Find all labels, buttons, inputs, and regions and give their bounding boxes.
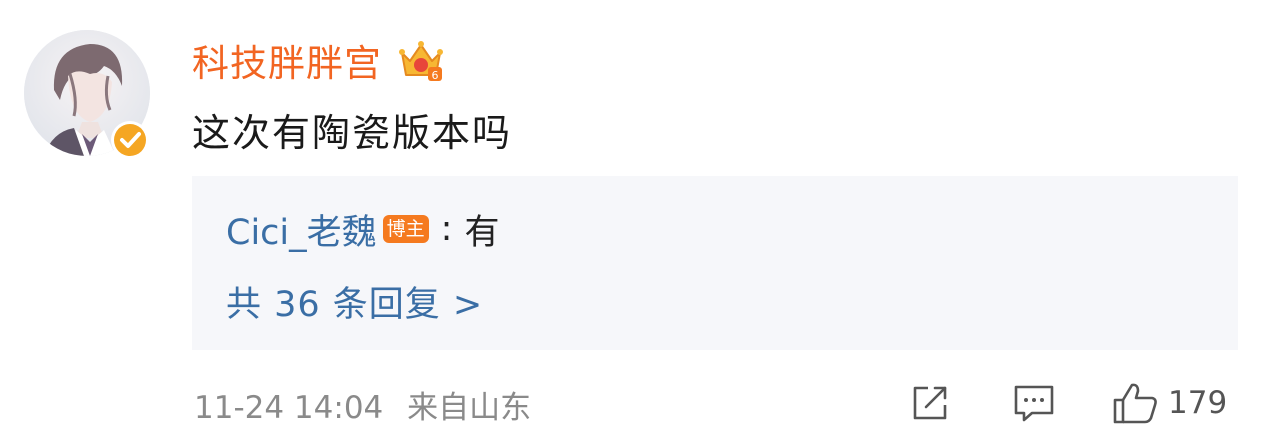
comment-icon	[1014, 385, 1054, 422]
reply-separator: :	[440, 209, 453, 249]
comment-text: 这次有陶瓷版本吗	[192, 111, 513, 155]
view-all-replies-link[interactable]: 共 36 条回复 >	[226, 276, 483, 327]
verified-badge-icon	[111, 121, 149, 159]
username[interactable]: 科技胖胖宫	[192, 33, 382, 87]
share-button[interactable]	[908, 378, 952, 428]
svg-text:6: 6	[432, 69, 439, 82]
comment-location: 来自山东	[407, 390, 532, 426]
username-row: 科技胖胖宫 6	[192, 32, 446, 88]
blogger-badge: 博主	[382, 215, 429, 243]
reply-preview[interactable]: Cici_老魏 博主 : 有 共 36 条回复 >	[192, 176, 1238, 350]
comment-item: 科技胖胖宫 6 这次有陶瓷版本吗 Cici_老魏 博主 : 有 共 36 条回复…	[0, 0, 1276, 438]
like-count: 179	[1168, 385, 1228, 421]
comment-timestamp: 11-24 14:04	[194, 390, 384, 426]
reply-button[interactable]	[1010, 378, 1058, 428]
comment-meta: 11-24 14:04 来自山东	[194, 382, 531, 427]
share-icon	[913, 386, 947, 420]
reply-text: 有	[464, 212, 500, 253]
crown-level-icon[interactable]: 6	[396, 35, 446, 85]
reply-line: Cici_老魏 博主 : 有	[226, 204, 499, 254]
like-button[interactable]: 179	[1110, 378, 1227, 428]
reply-username[interactable]: Cici_老魏	[226, 204, 377, 255]
thumbs-up-icon	[1113, 383, 1157, 424]
